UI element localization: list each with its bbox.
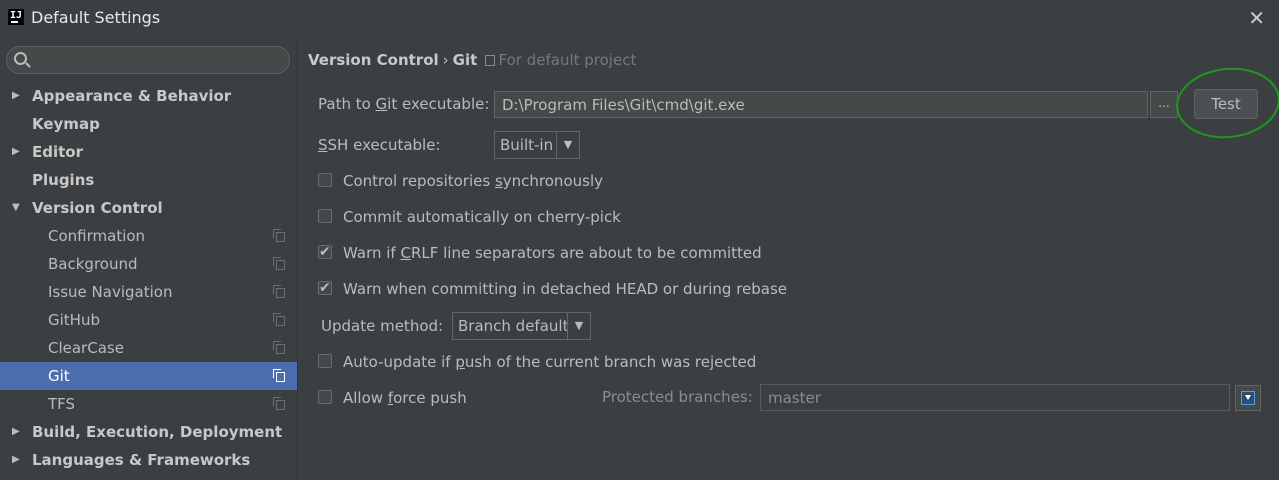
sidebar-item-label: Version Control: [32, 199, 163, 217]
sidebar-item-label: Languages & Frameworks: [32, 451, 251, 469]
sidebar-item-background[interactable]: Background: [0, 250, 297, 278]
git-path-label: Path to Git executable:: [318, 95, 490, 113]
project-scope-icon: [273, 397, 285, 410]
sidebar-item-label: Appearance & Behavior: [32, 87, 232, 105]
sidebar-item-appearance-behavior[interactable]: ▶ Appearance & Behavior: [0, 82, 297, 110]
warn-detached-head-checkbox[interactable]: [318, 277, 332, 299]
sidebar-item-label: Keymap: [32, 115, 100, 133]
sidebar-item-keymap[interactable]: Keymap: [0, 110, 297, 138]
sidebar-item-label: Editor: [32, 143, 83, 161]
checkbox-label: Auto-update if push of the current branc…: [343, 353, 757, 371]
protected-branches-input[interactable]: master: [760, 384, 1230, 411]
git-settings-panel: Version Control › Git For default project …: [298, 37, 1279, 480]
ssh-executable-select[interactable]: Built-in ▼: [494, 131, 580, 159]
expand-arrow-icon[interactable]: ▶: [12, 138, 20, 166]
sidebar-item-github[interactable]: GitHub: [0, 306, 297, 334]
protected-branches-label: Protected branches:: [602, 388, 753, 406]
warn-crlf-checkbox[interactable]: [318, 241, 332, 263]
browse-button[interactable]: ...: [1150, 91, 1178, 118]
checkbox-label: Allow force push: [343, 389, 467, 407]
commit-on-cherry-pick-checkbox[interactable]: [318, 209, 332, 223]
expand-arrow-icon[interactable]: ▶: [12, 82, 20, 110]
settings-sidebar: ▶ Appearance & Behavior Keymap ▶ Editor …: [0, 37, 298, 480]
sidebar-item-confirmation[interactable]: Confirmation: [0, 222, 297, 250]
sidebar-item-label: ClearCase: [48, 339, 124, 357]
settings-tree: ▶ Appearance & Behavior Keymap ▶ Editor …: [0, 82, 297, 474]
update-method-value: Branch default: [458, 317, 569, 335]
checkbox-label: Warn when committing in detached HEAD or…: [343, 280, 788, 298]
project-scope-icon: [273, 369, 285, 382]
expand-arrow-icon[interactable]: ▶: [12, 446, 20, 474]
sidebar-item-label: Git: [48, 367, 70, 385]
breadcrumb-parent: Version Control: [308, 51, 439, 69]
sidebar-item-label: TFS: [48, 395, 76, 413]
ssh-selected-value: Built-in: [500, 136, 554, 154]
breadcrumb-current: Git: [452, 51, 478, 69]
checkbox-label: Control repositories synchronously: [343, 172, 603, 190]
auto-update-checkbox[interactable]: [318, 354, 332, 368]
intellij-idea-icon: IJ: [8, 9, 24, 25]
chevron-down-icon: ▼: [556, 132, 579, 158]
annotation-circle: [1172, 62, 1279, 144]
git-path-input[interactable]: D:\Program Files\Git\cmd\git.exe: [494, 91, 1148, 118]
breadcrumb-separator: ›: [442, 51, 449, 69]
sidebar-item-clearcase[interactable]: ClearCase: [0, 334, 297, 362]
sidebar-item-version-control[interactable]: ▼ Version Control: [0, 194, 297, 222]
update-method-label: Update method:: [321, 317, 444, 335]
title-bar: IJ Default Settings ✕: [0, 0, 1279, 37]
scope-label: For default project: [498, 51, 637, 69]
search-icon: [14, 52, 27, 65]
checkbox-label: Warn if CRLF line separators are about t…: [343, 244, 762, 262]
window-title: Default Settings: [31, 8, 161, 27]
project-scope-icon: [273, 313, 285, 326]
control-repos-sync-checkbox[interactable]: [318, 173, 332, 187]
sidebar-item-plugins[interactable]: Plugins: [0, 166, 297, 194]
sidebar-item-tfs[interactable]: TFS: [0, 390, 297, 418]
sidebar-item-label: GitHub: [48, 311, 100, 329]
edit-protected-branches-button[interactable]: [1235, 385, 1261, 411]
project-scope-icon: [484, 55, 495, 66]
project-scope-icon: [273, 229, 285, 242]
project-scope-icon: [273, 285, 285, 298]
expand-arrow-icon[interactable]: ▶: [12, 418, 20, 446]
chevron-down-icon: ▼: [567, 313, 590, 339]
sidebar-item-build-execution-deployment[interactable]: ▶ Build, Execution, Deployment: [0, 418, 297, 446]
sidebar-item-git[interactable]: Git: [0, 362, 297, 390]
search-input[interactable]: [6, 46, 290, 74]
sidebar-item-editor[interactable]: ▶ Editor: [0, 138, 297, 166]
update-method-select[interactable]: Branch default ▼: [452, 312, 591, 340]
sidebar-item-label: Build, Execution, Deployment: [32, 423, 283, 441]
ssh-label: SSH executable:: [318, 136, 441, 154]
breadcrumb: Version Control › Git For default project: [308, 51, 636, 69]
sidebar-item-label: Confirmation: [48, 227, 146, 245]
sidebar-item-label: Issue Navigation: [48, 283, 173, 301]
sidebar-item-languages-frameworks[interactable]: ▶ Languages & Frameworks: [0, 446, 297, 474]
sidebar-item-label: Background: [48, 255, 138, 273]
project-scope-icon: [273, 341, 285, 354]
sidebar-item-label: Plugins: [32, 171, 95, 189]
close-icon[interactable]: ✕: [1248, 6, 1265, 30]
project-scope-icon: [273, 257, 285, 270]
checkbox-label: Commit automatically on cherry-pick: [343, 208, 621, 226]
collapse-arrow-icon[interactable]: ▼: [12, 194, 20, 222]
allow-force-push-checkbox[interactable]: [318, 390, 332, 404]
sidebar-item-issue-navigation[interactable]: Issue Navigation: [0, 278, 297, 306]
